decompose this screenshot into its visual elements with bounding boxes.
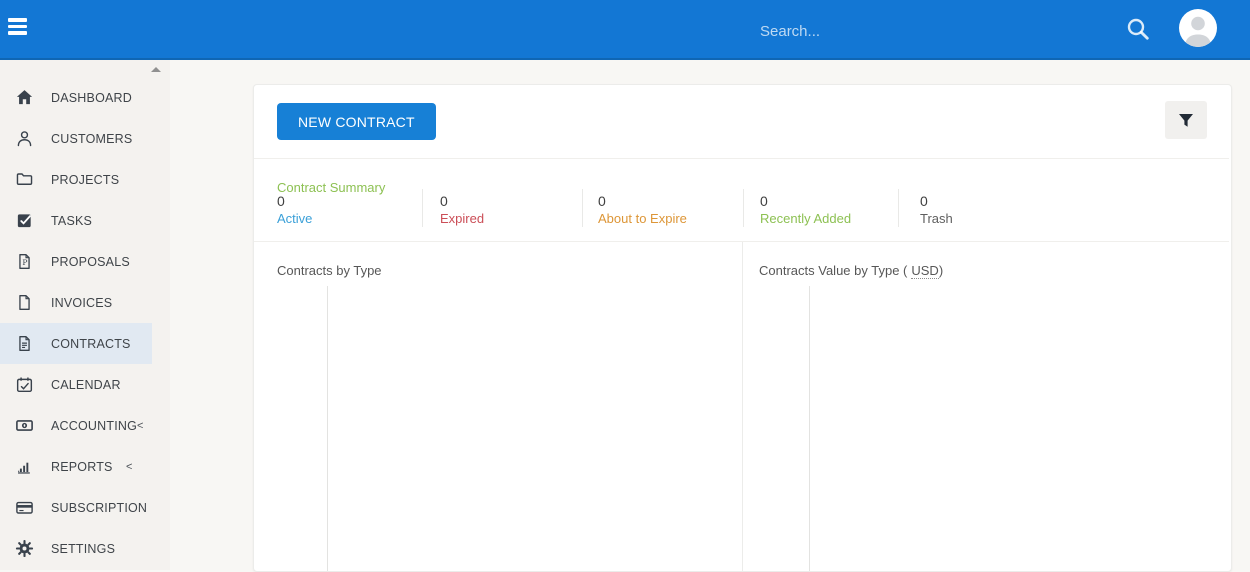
sidebar-item-label: DASHBOARD: [51, 91, 132, 105]
svg-text:P: P: [22, 258, 27, 267]
stat-label-about-to-expire[interactable]: About to Expire: [598, 211, 687, 227]
stat-about-to-expire: 0 About to Expire: [598, 193, 687, 227]
sidebar-item-label: PROJECTS: [51, 173, 119, 187]
sidebar-item-reports[interactable]: REPORTS <: [0, 446, 170, 487]
sidebar-item-label: REPORTS: [51, 460, 113, 474]
top-navbar: [0, 0, 1250, 60]
stat-recently-added: 0 Recently Added: [760, 193, 851, 227]
stat-label-recently-added[interactable]: Recently Added: [760, 211, 851, 227]
chevron-left-icon: <: [126, 461, 132, 473]
title-text: Contracts Value by Type (: [759, 263, 907, 278]
stat-value: 0: [277, 193, 312, 209]
contracts-value-by-type-title: Contracts Value by Type ( USD): [759, 263, 943, 278]
sidebar-item-label: INVOICES: [51, 296, 112, 310]
sidebar-item-calendar[interactable]: CALENDAR: [0, 364, 170, 405]
currency-code[interactable]: USD: [911, 263, 938, 279]
chart-column-divider: [742, 242, 743, 571]
menu-toggle-icon[interactable]: [8, 18, 27, 40]
scroll-up-arrow-icon[interactable]: [151, 67, 161, 72]
sidebar-item-accounting[interactable]: ACCOUNTING<: [0, 405, 170, 446]
divider: [254, 158, 1229, 159]
sidebar-item-invoices[interactable]: INVOICES: [0, 282, 170, 323]
folder-icon: [14, 170, 34, 190]
stat-label-trash[interactable]: Trash: [920, 211, 953, 227]
customers-icon: [14, 129, 34, 149]
divider: [582, 189, 583, 227]
contracts-by-type-title: Contracts by Type: [277, 263, 382, 278]
stat-trash: 0 Trash: [920, 193, 953, 227]
sidebar-item-subscription[interactable]: SUBSCRIPTION: [0, 487, 170, 528]
sidebar-item-label: CUSTOMERS: [51, 132, 132, 146]
contract-document-icon: [14, 334, 34, 354]
stat-value: 0: [760, 193, 851, 209]
filter-funnel-icon: [1178, 113, 1194, 128]
contracts-panel: NEW CONTRACT Contract Summary 0 Active 0…: [253, 84, 1232, 572]
sidebar-item-label: TASKS: [51, 214, 92, 228]
search-input[interactable]: [758, 15, 1092, 47]
stat-value: 0: [440, 193, 484, 209]
divider: [743, 189, 744, 227]
filter-button[interactable]: [1165, 101, 1207, 139]
sidebar-item-label: CONTRACTS: [51, 337, 131, 351]
calendar-icon: [14, 375, 34, 395]
sidebar-item-tasks[interactable]: TASKS: [0, 200, 170, 241]
sidebar-item-settings[interactable]: SETTINGS: [0, 528, 170, 569]
user-avatar[interactable]: [1179, 9, 1217, 47]
left-chart-y-axis: [327, 286, 328, 571]
divider: [422, 189, 423, 227]
right-chart-y-axis: [809, 286, 810, 571]
sidebar-item-dashboard[interactable]: DASHBOARD: [0, 77, 170, 118]
bar-chart-icon: [14, 457, 34, 477]
title-text: ): [939, 263, 943, 278]
search-icon[interactable]: [1122, 14, 1154, 46]
sidebar-item-contracts[interactable]: CONTRACTS: [0, 323, 152, 364]
sidebar-item-customers[interactable]: CUSTOMERS: [0, 118, 170, 159]
divider: [898, 189, 899, 227]
stat-value: 0: [598, 193, 687, 209]
sidebar-item-projects[interactable]: PROJECTS: [0, 159, 170, 200]
stat-label-active[interactable]: Active: [277, 211, 312, 227]
stat-label-expired[interactable]: Expired: [440, 211, 484, 227]
gear-icon: [14, 539, 34, 559]
proposal-document-icon: P: [14, 252, 34, 272]
sidebar-item-label: ACCOUNTING: [51, 419, 137, 433]
sidebar-item-label: SUBSCRIPTION: [51, 501, 147, 515]
sidebar-item-label: SETTINGS: [51, 542, 115, 556]
sidebar-item-label: PROPOSALS: [51, 255, 130, 269]
home-icon: [14, 88, 34, 108]
person-silhouette-icon: [1179, 9, 1217, 47]
sidebar: DASHBOARD CUSTOMERS PROJECTS TASKS P PRO…: [0, 60, 170, 570]
credit-card-icon: [14, 498, 34, 518]
invoice-document-icon: [14, 293, 34, 313]
new-contract-button[interactable]: NEW CONTRACT: [277, 103, 436, 140]
tasks-checkbox-icon: [14, 211, 34, 231]
stat-expired: 0 Expired: [440, 193, 484, 227]
banknote-icon: [14, 416, 34, 436]
sidebar-item-proposals[interactable]: P PROPOSALS: [0, 241, 170, 282]
sidebar-item-label: CALENDAR: [51, 378, 121, 392]
chevron-left-icon: <: [137, 420, 143, 432]
stat-value: 0: [920, 193, 953, 209]
stat-active: 0 Active: [277, 193, 312, 227]
